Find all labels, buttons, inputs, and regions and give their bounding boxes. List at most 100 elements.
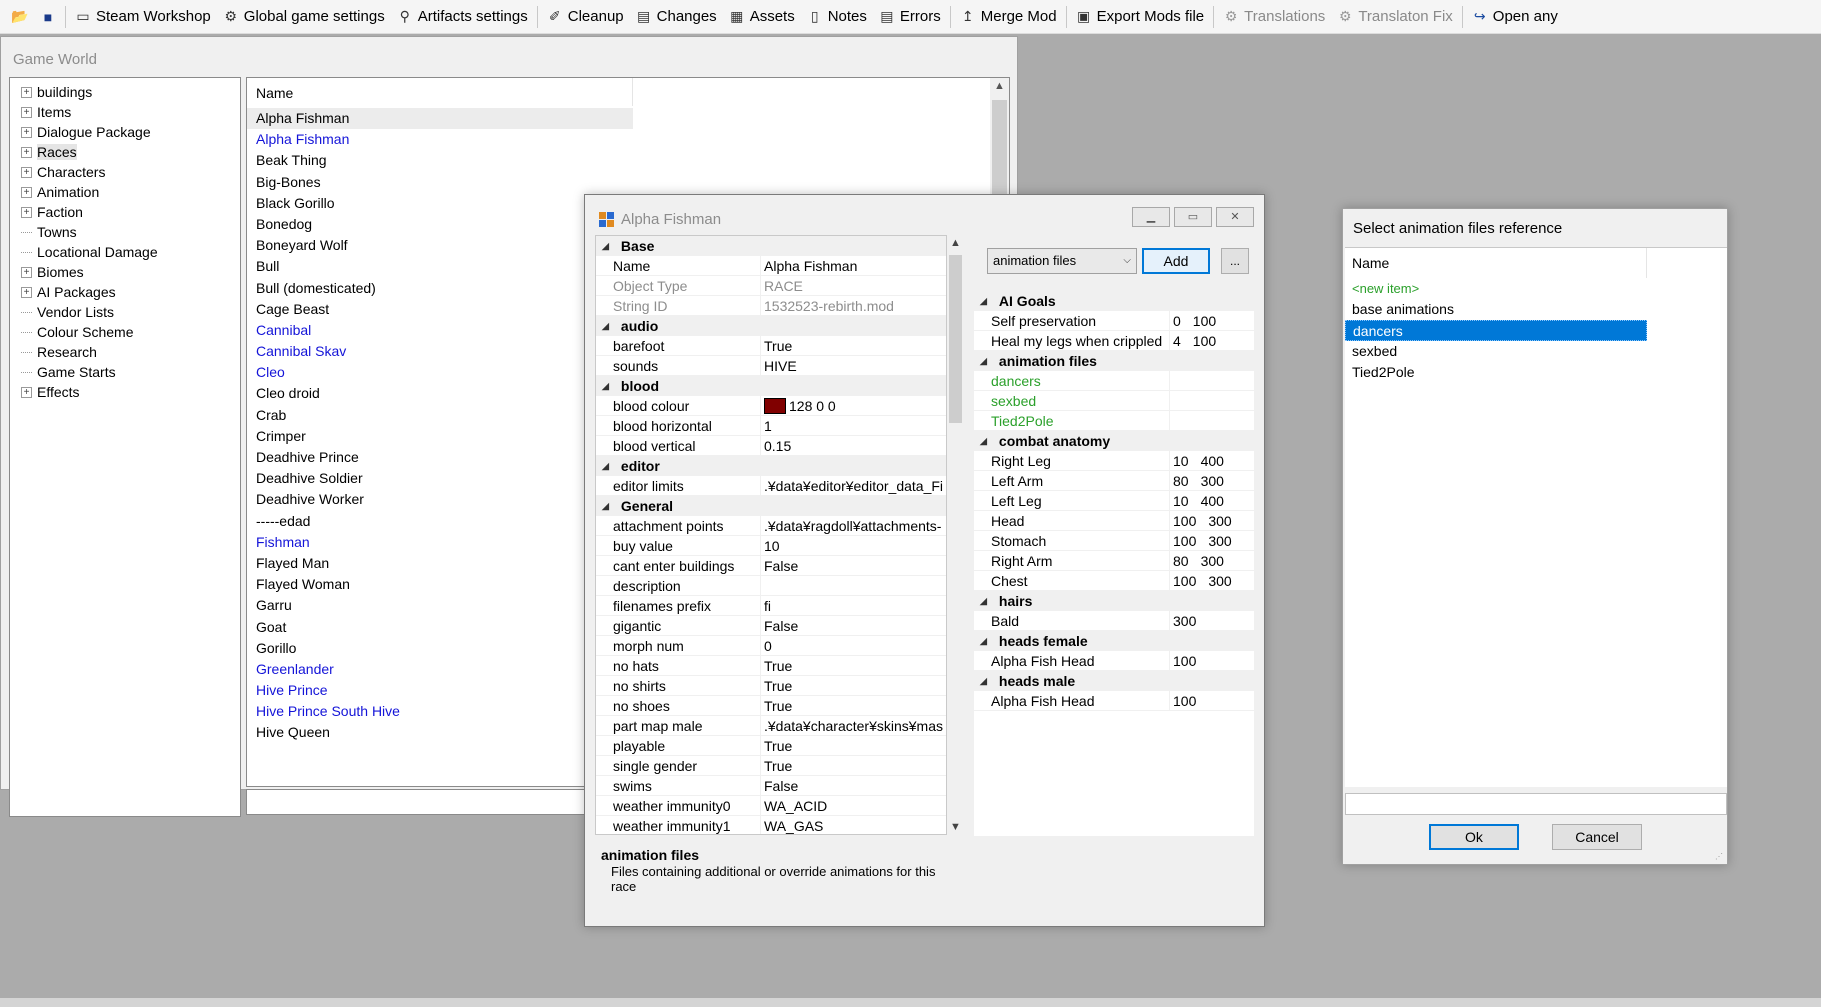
list-item[interactable]: Big-Bones: [247, 172, 747, 193]
errors-button[interactable]: ▤ Errors: [873, 3, 947, 31]
property-value[interactable]: [760, 576, 946, 596]
reference-list[interactable]: Name <new item> base animations dancers sex…: [1345, 247, 1727, 787]
reference-values[interactable]: 0 100: [1169, 311, 1254, 331]
merge-mod-button[interactable]: ↥ Merge Mod: [954, 3, 1063, 31]
reference-row[interactable]: Heal my legs when crippled 4 100: [974, 331, 1254, 351]
collapse-icon[interactable]: ◢: [980, 436, 987, 447]
tree-item[interactable]: + Characters: [10, 162, 240, 182]
property-row[interactable]: single gender True: [596, 756, 946, 776]
property-value[interactable]: True: [760, 736, 946, 756]
property-value[interactable]: HIVE: [760, 356, 946, 376]
reference-row[interactable]: Right Arm 80 300: [974, 551, 1254, 571]
reference-row[interactable]: Right Leg 10 400: [974, 451, 1254, 471]
reference-row[interactable]: Tied2Pole: [974, 411, 1254, 431]
property-value[interactable]: False: [760, 556, 946, 576]
changes-button[interactable]: ▤ Changes: [630, 3, 723, 31]
reference-category[interactable]: ◢ combat anatomy: [974, 431, 1254, 451]
tree-item[interactable]: + Items: [10, 102, 240, 122]
reference-category[interactable]: ◢ heads female: [974, 631, 1254, 651]
property-row[interactable]: Name Alpha Fishman: [596, 256, 946, 276]
reference-values[interactable]: 80 300: [1169, 551, 1254, 571]
property-value[interactable]: .¥data¥editor¥editor_data_Fi: [760, 476, 946, 496]
tree-item[interactable]: + buildings: [10, 82, 240, 102]
reference-values[interactable]: [1169, 371, 1254, 391]
property-row[interactable]: blood horizontal 1: [596, 416, 946, 436]
references-grid[interactable]: ◢ AI Goals Self preservation 0 100 Heal my le…: [974, 291, 1254, 836]
expand-icon[interactable]: +: [21, 286, 32, 298]
property-row[interactable]: cant enter buildings False: [596, 556, 946, 576]
reference-values[interactable]: 4 100: [1169, 331, 1254, 351]
artifacts-settings-button[interactable]: ⚲ Artifacts settings: [391, 3, 534, 31]
tree-item[interactable]: + Biomes: [10, 262, 240, 282]
reference-values[interactable]: 100: [1169, 691, 1254, 711]
property-value[interactable]: True: [760, 756, 946, 776]
property-row[interactable]: morph num 0: [596, 636, 946, 656]
expand-icon[interactable]: +: [21, 266, 32, 278]
property-row[interactable]: no shirts True: [596, 676, 946, 696]
collapse-icon[interactable]: ◢: [980, 356, 987, 367]
reference-list-item[interactable]: <new item>: [1345, 278, 1647, 299]
list-item[interactable]: Alpha Fishman: [247, 108, 633, 130]
tree-item[interactable]: Locational Damage: [10, 242, 240, 262]
scroll-up-icon[interactable]: ▲: [990, 80, 1009, 92]
reference-values[interactable]: 100 300: [1169, 511, 1254, 531]
property-row[interactable]: String ID 1532523-rebirth.mod: [596, 296, 946, 316]
assets-button[interactable]: ▦ Assets: [723, 3, 801, 31]
property-row[interactable]: Object Type RACE: [596, 276, 946, 296]
reference-list-item[interactable]: dancers: [1345, 320, 1647, 341]
reference-values[interactable]: 10 400: [1169, 491, 1254, 511]
reference-row[interactable]: Alpha Fish Head 100: [974, 691, 1254, 711]
tree-item[interactable]: + Races: [10, 142, 240, 162]
reference-category[interactable]: ◢ AI Goals: [974, 291, 1254, 311]
collapse-icon[interactable]: ◢: [602, 381, 609, 392]
reference-list-item[interactable]: Tied2Pole: [1345, 362, 1647, 383]
property-grid[interactable]: ◢ Base Name Alpha Fishman Object Type RACE Str…: [595, 235, 947, 835]
cleanup-button[interactable]: ✐ Cleanup: [541, 3, 630, 31]
scroll-thumb[interactable]: [949, 255, 962, 423]
reference-values[interactable]: [1169, 411, 1254, 431]
property-value[interactable]: True: [760, 676, 946, 696]
property-row[interactable]: barefoot True: [596, 336, 946, 356]
property-value[interactable]: WA_GAS: [760, 816, 946, 834]
collapse-icon[interactable]: ◢: [980, 676, 987, 687]
tree-item[interactable]: + AI Packages: [10, 282, 240, 302]
reference-category[interactable]: ◢ heads male: [974, 671, 1254, 691]
property-row[interactable]: filenames prefix fi: [596, 596, 946, 616]
property-category[interactable]: ◢ Base: [596, 236, 946, 256]
collapse-icon[interactable]: ◢: [980, 296, 987, 307]
property-row[interactable]: attachment points .¥data¥ragdoll¥attachme…: [596, 516, 946, 536]
property-value[interactable]: 10: [760, 536, 946, 556]
property-row[interactable]: sounds HIVE: [596, 356, 946, 376]
property-row[interactable]: weather immunity0 WA_ACID: [596, 796, 946, 816]
notes-button[interactable]: ▯ Notes: [801, 3, 873, 31]
global-settings-button[interactable]: ⚙ Global game settings: [217, 3, 391, 31]
expand-icon[interactable]: +: [21, 146, 32, 158]
translations-button[interactable]: ⚙ Translations: [1217, 3, 1331, 31]
expand-icon[interactable]: +: [21, 166, 32, 178]
property-category[interactable]: ◢ blood: [596, 376, 946, 396]
reference-list-item[interactable]: sexbed: [1345, 341, 1647, 362]
category-tree[interactable]: + buildings + Items + Dialogue Package + Races +…: [9, 77, 241, 817]
tree-item[interactable]: + Faction: [10, 202, 240, 222]
reference-values[interactable]: 10 400: [1169, 451, 1254, 471]
tree-item[interactable]: Towns: [10, 222, 240, 242]
ok-button[interactable]: Ok: [1429, 824, 1519, 850]
open-button[interactable]: 📂: [6, 3, 34, 31]
reference-values[interactable]: 300: [1169, 611, 1254, 631]
expand-icon[interactable]: +: [21, 186, 32, 198]
property-value[interactable]: 0.15: [760, 436, 946, 456]
reference-list-item[interactable]: base animations: [1345, 299, 1647, 320]
property-value[interactable]: 128 0 0: [760, 396, 946, 416]
expand-icon[interactable]: +: [21, 106, 32, 118]
property-value[interactable]: Alpha Fishman: [760, 256, 946, 276]
property-row[interactable]: weather immunity1 WA_GAS: [596, 816, 946, 834]
property-row[interactable]: no hats True: [596, 656, 946, 676]
property-row[interactable]: swims False: [596, 776, 946, 796]
close-icon[interactable]: ✕: [1216, 207, 1254, 227]
more-options-button[interactable]: ...: [1221, 248, 1249, 274]
reference-row[interactable]: Stomach 100 300: [974, 531, 1254, 551]
reference-row[interactable]: sexbed: [974, 391, 1254, 411]
reference-row[interactable]: Self preservation 0 100: [974, 311, 1254, 331]
expand-icon[interactable]: +: [21, 86, 32, 98]
translation-fix-button[interactable]: ⚙ Translaton Fix: [1331, 3, 1458, 31]
